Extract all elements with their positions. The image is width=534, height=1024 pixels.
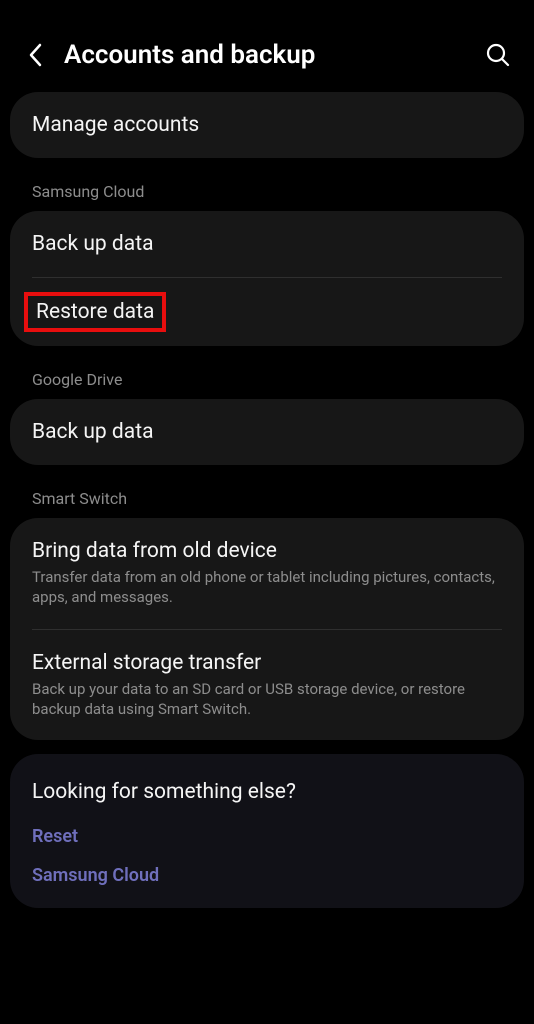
samsung-cloud-card: Back up data Restore data (10, 211, 524, 346)
samsung-restore-row[interactable]: Restore data (10, 278, 524, 346)
bring-data-row[interactable]: Bring data from old device Transfer data… (10, 518, 524, 629)
samsung-restore-label: Restore data (36, 300, 154, 324)
footer-title: Looking for something else? (32, 780, 502, 804)
samsung-backup-row[interactable]: Back up data (10, 211, 524, 277)
search-icon[interactable] (484, 41, 512, 69)
external-storage-title: External storage transfer (32, 651, 502, 675)
reset-link[interactable]: Reset (32, 826, 502, 847)
page-title: Accounts and backup (64, 40, 484, 70)
manage-accounts-card: Manage accounts (10, 92, 524, 158)
samsung-cloud-header: Samsung Cloud (10, 172, 524, 211)
content: Manage accounts Samsung Cloud Back up da… (0, 92, 534, 908)
external-storage-row[interactable]: External storage transfer Back up your d… (10, 630, 524, 741)
footer-card: Looking for something else? Reset Samsun… (10, 754, 524, 908)
manage-accounts-label: Manage accounts (32, 113, 502, 137)
samsung-cloud-link[interactable]: Samsung Cloud (32, 865, 502, 886)
google-backup-row[interactable]: Back up data (10, 399, 524, 465)
manage-accounts-row[interactable]: Manage accounts (10, 92, 524, 158)
samsung-backup-label: Back up data (32, 232, 502, 256)
highlight-box: Restore data (24, 292, 166, 332)
smart-switch-header: Smart Switch (10, 479, 524, 518)
header: Accounts and backup (0, 0, 534, 92)
external-storage-desc: Back up your data to an SD card or USB s… (32, 679, 502, 720)
back-icon[interactable] (22, 41, 50, 69)
google-backup-label: Back up data (32, 420, 502, 444)
smart-switch-card: Bring data from old device Transfer data… (10, 518, 524, 740)
bring-data-desc: Transfer data from an old phone or table… (32, 567, 502, 608)
google-drive-card: Back up data (10, 399, 524, 465)
google-drive-header: Google Drive (10, 360, 524, 399)
bring-data-title: Bring data from old device (32, 539, 502, 563)
